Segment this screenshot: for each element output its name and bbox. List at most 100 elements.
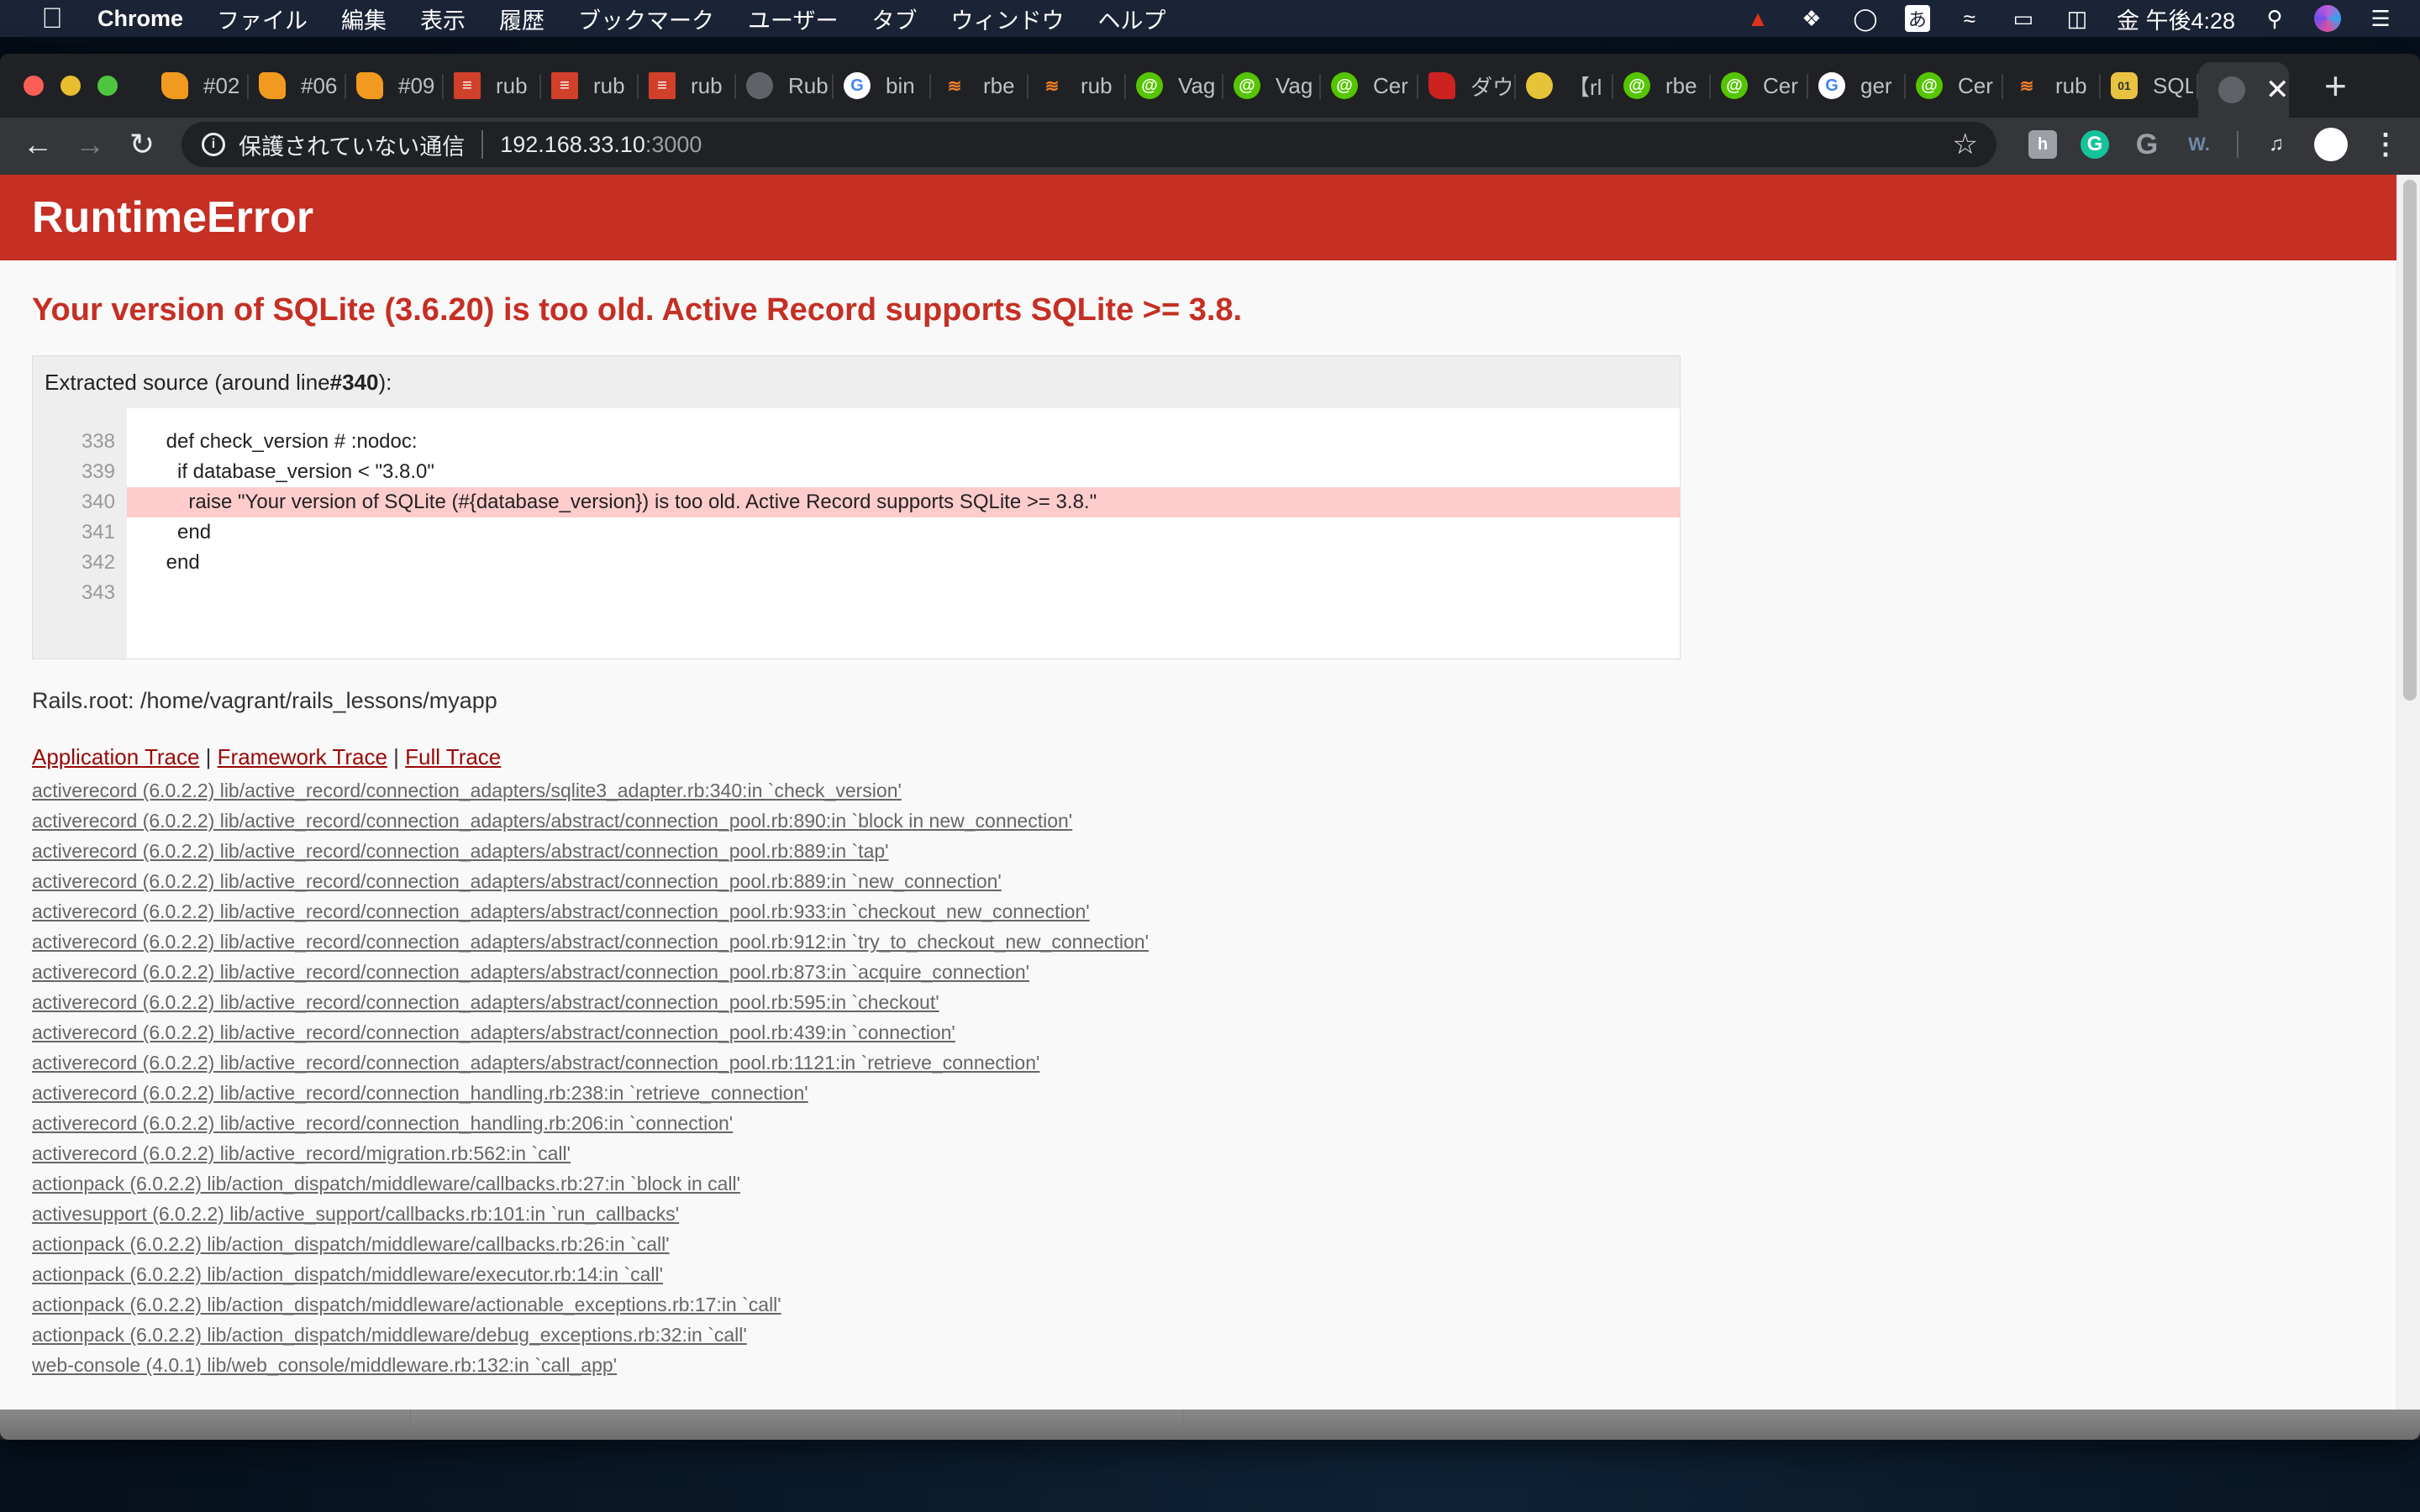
menu-people[interactable]: ユーザー	[748, 3, 838, 35]
tab[interactable]: #09	[346, 62, 444, 109]
trace-line-link[interactable]: activerecord (6.0.2.2) lib/active_record…	[32, 866, 2388, 896]
trace-line-link[interactable]: activerecord (6.0.2.2) lib/active_record…	[32, 1138, 2388, 1168]
chrome-menu-icon[interactable]: ⋮	[2371, 129, 2400, 160]
menu-tab[interactable]: タブ	[871, 3, 917, 35]
fullscreen-window-button[interactable]	[97, 76, 118, 96]
trace-line-link[interactable]: activerecord (6.0.2.2) lib/active_record…	[32, 957, 2388, 987]
address-bar[interactable]: i 保護されていない通信 192.168.33.10:3000 ☆	[182, 122, 1996, 167]
weblio-extension-icon[interactable]: W.	[2185, 130, 2213, 159]
siri-icon[interactable]	[2314, 5, 2341, 32]
application-trace-link[interactable]: Application Trace	[32, 744, 199, 769]
line-numbers: 338 339 340 341 342 343	[33, 408, 127, 659]
tab[interactable]: @ rbe	[1613, 62, 1711, 109]
apple-icon[interactable]: 	[34, 3, 71, 35]
media-control-icon[interactable]: ♫	[2262, 130, 2291, 159]
tab[interactable]: ≡ rub	[444, 62, 541, 109]
anime-icon	[1526, 72, 1553, 99]
menubar-clock[interactable]: 金 午後4:28	[2117, 3, 2235, 35]
menu-help[interactable]: ヘルプ	[1097, 3, 1165, 35]
grammarly-extension-icon[interactable]: G	[2081, 130, 2109, 159]
new-tab-button[interactable]: +	[2324, 63, 2347, 108]
tab[interactable]: ダウ	[1418, 62, 1516, 109]
menu-edit[interactable]: 編集	[341, 3, 387, 35]
back-button[interactable]: ←	[17, 123, 59, 165]
trace-line-link[interactable]: actionpack (6.0.2.2) lib/action_dispatch…	[32, 1168, 2388, 1199]
url-host[interactable]: 192.168.33.10	[500, 132, 645, 158]
tab[interactable]: ≋ rub	[1028, 62, 1126, 109]
trace-line-link[interactable]: activerecord (6.0.2.2) lib/active_record…	[32, 806, 2388, 836]
trace-line-link[interactable]: activerecord (6.0.2.2) lib/active_record…	[32, 1108, 2388, 1138]
trace-line-link[interactable]: activerecord (6.0.2.2) lib/active_record…	[32, 1078, 2388, 1108]
wifi-icon[interactable]: ≈	[1955, 4, 1984, 33]
trace-separator: |	[199, 744, 218, 769]
trace-line-link[interactable]: activerecord (6.0.2.2) lib/active_record…	[32, 775, 2388, 806]
trace-line-link[interactable]: actionpack (6.0.2.2) lib/action_dispatch…	[32, 1320, 2388, 1350]
tab[interactable]: @ Cer	[1321, 62, 1418, 109]
menu-history[interactable]: 履歴	[499, 3, 544, 35]
url-port[interactable]: :3000	[645, 132, 702, 158]
input-method-icon[interactable]: あ	[1904, 5, 1930, 32]
bookmark-star-icon[interactable]: ☆	[1953, 128, 1978, 161]
menu-bookmarks[interactable]: ブックマーク	[578, 3, 714, 35]
profile-avatar[interactable]	[2314, 128, 2348, 161]
menu-app-name[interactable]: Chrome	[97, 6, 183, 32]
airplay-icon[interactable]: ▭	[2009, 4, 2038, 33]
hatena-extension-icon[interactable]: h	[2028, 130, 2057, 159]
tab[interactable]: 【rl	[1516, 62, 1613, 109]
trace-line-link[interactable]: activerecord (6.0.2.2) lib/active_record…	[32, 896, 2388, 927]
trace-line-link[interactable]: activesupport (6.0.2.2) lib/active_suppo…	[32, 1199, 2388, 1229]
error-content: Your version of SQLite (3.6.20) is too o…	[0, 292, 2420, 1380]
tab[interactable]: @ Vag	[1223, 62, 1321, 109]
warning-icon[interactable]: ▲	[1744, 4, 1772, 33]
tab[interactable]: Rub	[736, 62, 834, 109]
tab[interactable]: #06	[249, 62, 346, 109]
stackoverflow-icon: ≋	[947, 76, 962, 96]
security-status[interactable]: 保護されていない通信	[239, 129, 465, 161]
source-code-block: 338 339 340 341 342 343 def check_versio…	[33, 408, 1680, 659]
tab[interactable]: Gbin	[834, 62, 931, 109]
trace-line-link[interactable]: web-console (4.0.1) lib/web_console/midd…	[32, 1350, 2388, 1380]
source-title-line: #340	[329, 369, 379, 395]
tab[interactable]: @ Vag	[1126, 62, 1223, 109]
google-extension-icon[interactable]: G	[2133, 129, 2161, 160]
trace-line-link[interactable]: actionpack (6.0.2.2) lib/action_dispatch…	[32, 1229, 2388, 1259]
trace-line-link[interactable]: activerecord (6.0.2.2) lib/active_record…	[32, 927, 2388, 957]
minimize-window-button[interactable]	[60, 76, 81, 96]
tab[interactable]: #02	[151, 62, 249, 109]
trace-line-link[interactable]: actionpack (6.0.2.2) lib/action_dispatch…	[32, 1259, 2388, 1289]
line-number: 338	[81, 430, 115, 453]
full-trace-link[interactable]: Full Trace	[405, 744, 501, 769]
trace-line-link[interactable]: activerecord (6.0.2.2) lib/active_record…	[32, 836, 2388, 866]
spotlight-search-icon[interactable]: ⚲	[2260, 4, 2289, 33]
trace-line-link[interactable]: activerecord (6.0.2.2) lib/active_record…	[32, 987, 2388, 1017]
tab-active[interactable]: ✕	[2198, 62, 2289, 118]
tab[interactable]: 01 SQL	[2101, 62, 2198, 109]
notification-center-icon[interactable]: ☰	[2366, 4, 2395, 33]
menu-window[interactable]: ウィンドウ	[950, 3, 1064, 35]
page-scrollbar[interactable]	[2396, 175, 2420, 1410]
close-window-button[interactable]	[24, 76, 44, 96]
trace-line-link[interactable]: activerecord (6.0.2.2) lib/active_record…	[32, 1047, 2388, 1078]
info-icon[interactable]: i	[202, 133, 225, 156]
tab[interactable]: ≡ rub	[541, 62, 639, 109]
tab[interactable]: Gger	[1808, 62, 1906, 109]
trace-line-link[interactable]: activerecord (6.0.2.2) lib/active_record…	[32, 1017, 2388, 1047]
framework-trace-link[interactable]: Framework Trace	[218, 744, 387, 769]
trace-line-link[interactable]: actionpack (6.0.2.2) lib/action_dispatch…	[32, 1289, 2388, 1320]
tab[interactable]: ≡ rub	[639, 62, 736, 109]
tab[interactable]: ≋ rub	[2003, 62, 2101, 109]
aws-icon	[259, 72, 286, 99]
line-number: 341	[81, 521, 115, 543]
dropbox-icon[interactable]: ❖	[1797, 4, 1826, 33]
menu-view[interactable]: 表示	[420, 3, 466, 35]
tab[interactable]: @ Cer	[1906, 62, 2003, 109]
tab[interactable]: @ Cer	[1711, 62, 1808, 109]
sync-icon[interactable]: ◯	[1851, 4, 1880, 33]
forward-button[interactable]: →	[69, 123, 111, 165]
close-tab-icon[interactable]: ✕	[2265, 73, 2289, 107]
scrollbar-thumb[interactable]	[2403, 180, 2417, 701]
battery-icon[interactable]: ◫	[2063, 4, 2091, 33]
reload-button[interactable]: ↻	[121, 123, 163, 165]
menu-file[interactable]: ファイル	[217, 3, 308, 35]
tab[interactable]: ≋ rbe	[931, 62, 1028, 109]
